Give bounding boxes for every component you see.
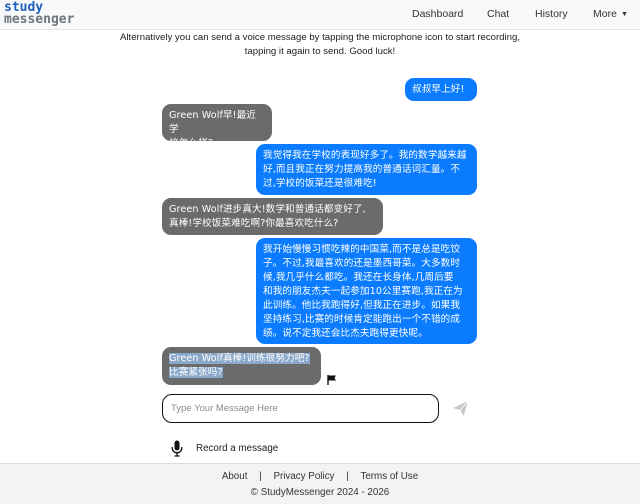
page: study messenger Dashboard Chat History M… [0,0,640,504]
logo-line-2: messenger [4,12,75,27]
record-message-label[interactable]: Record a message [196,443,278,454]
nav-more-dropdown[interactable]: More ▼ [593,8,628,20]
nav-chat[interactable]: Chat [487,8,509,20]
chat-message-user: 我开始慢慢习惯吃辣的中国菜,而不是总是吃饺 子。不过,我最喜欢的还是墨西哥菜。大… [256,238,477,344]
navbar: study messenger Dashboard Chat History M… [0,0,640,30]
instructions-text: Alternatively you can send a voice messa… [100,31,540,58]
logo[interactable]: study messenger [4,1,75,27]
nav-dashboard[interactable]: Dashboard [412,8,463,20]
chat-message-bot: Green Wolf进步真大!数学和普通话都变好了, 真棒!学校饭菜难吃啊?你最… [162,198,383,235]
send-icon[interactable] [452,400,469,417]
footer-separator: | [346,471,349,482]
footer-about-link[interactable]: About [222,471,248,482]
instructions-line-2: tapping it again to send. Good luck! [244,45,396,57]
nav-more-label: More [593,8,617,20]
footer: About | Privacy Policy | Terms of Use © … [0,463,640,504]
flag-icon[interactable] [326,374,338,386]
nav-history[interactable]: History [535,8,568,20]
chat-message-user: 叔叔早上好! [405,78,477,101]
chat-message-bot: Green Wolf真棒!训练很努力吧? 比赛紧张吗? [162,347,321,385]
footer-links: About | Privacy Policy | Terms of Use [0,471,640,482]
caret-down-icon: ▼ [620,11,628,18]
chat-message-user: 我觉得我在学校的表现好多了。我的数学越来越 好,而且我正在努力提高我的普通话词汇… [256,144,477,195]
copyright-text: © StudyMessenger 2024 - 2026 [250,487,390,498]
footer-terms-link[interactable]: Terms of Use [360,471,418,482]
instructions-line-1: Alternatively you can send a voice messa… [120,32,520,43]
message-input[interactable] [162,394,439,423]
footer-separator: | [259,471,262,482]
chat-message-bot: Green Wolf早!最近学 校怎么样? [162,104,272,149]
footer-privacy-link[interactable]: Privacy Policy [273,471,334,482]
microphone-icon[interactable] [171,440,183,457]
